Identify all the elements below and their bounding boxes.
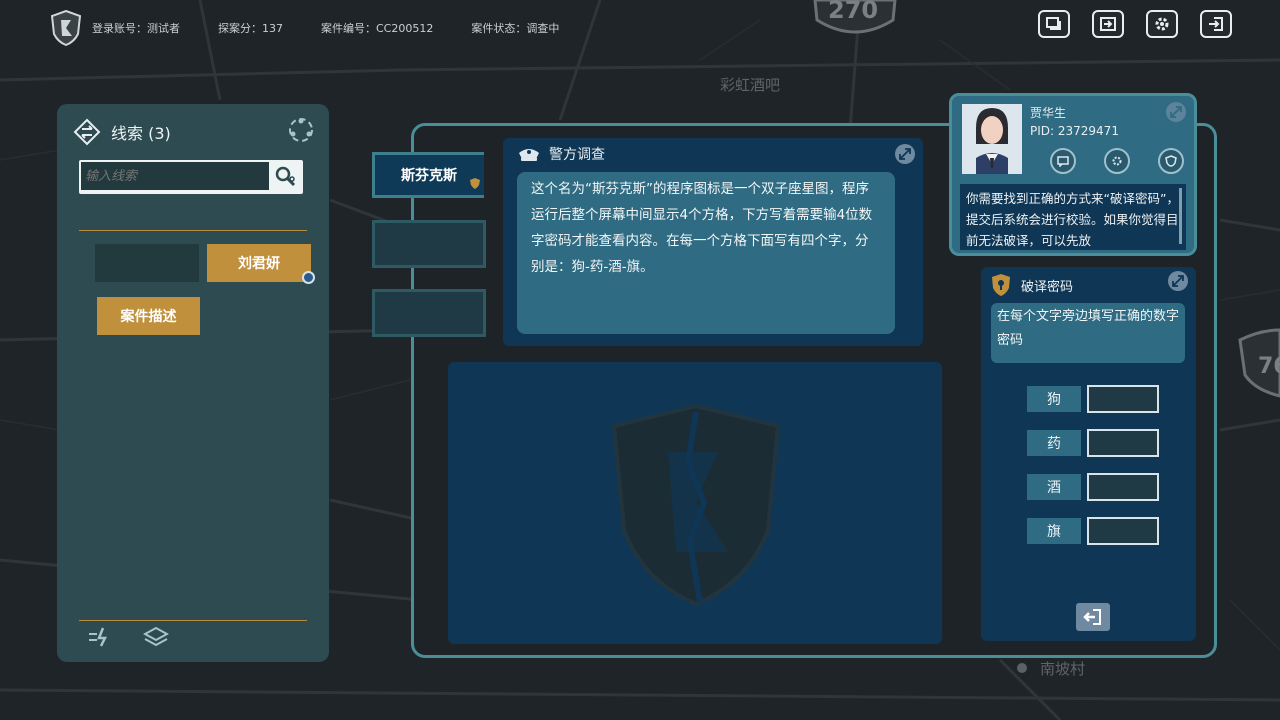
expand-icon xyxy=(1172,275,1184,287)
shield-watermark-icon xyxy=(611,403,781,607)
officer-portrait-icon xyxy=(962,104,1022,174)
tab-sphinx[interactable]: 斯芬克斯 xyxy=(372,152,484,198)
case-number-label: 案件编号：CC200512 xyxy=(321,22,434,35)
code-row-flag: 旗 xyxy=(1027,517,1159,545)
chat-button[interactable] xyxy=(1050,148,1076,174)
code-row-wine: 酒 xyxy=(1027,473,1159,501)
clue-search-button[interactable] xyxy=(271,162,301,192)
code-row-medicine: 药 xyxy=(1027,429,1159,457)
route-badge-270: 270 xyxy=(828,0,879,24)
gear-icon xyxy=(1112,156,1122,166)
clue-panel: 线索 (3) 刘君妍 案件描述 xyxy=(57,104,329,662)
settings-gear-button[interactable] xyxy=(1104,148,1130,174)
clue-search-input[interactable] xyxy=(81,162,269,190)
code-row-dog: 狗 xyxy=(1027,385,1159,413)
police-card-header: 警方调查 xyxy=(517,144,605,164)
layers-icon[interactable] xyxy=(143,626,169,650)
shield-button[interactable] xyxy=(1158,148,1184,174)
chat-icon xyxy=(1057,156,1069,167)
decode-header: 破译密码 xyxy=(991,273,1073,297)
score-label: 探案分：137 xyxy=(218,22,283,35)
code-input-dog[interactable] xyxy=(1087,385,1159,413)
character-actions xyxy=(1050,148,1184,174)
clue-divider-top xyxy=(79,230,307,231)
decode-panel: 破译密码 在每个文字旁边填写正确的数字密码 狗 药 酒 旗 xyxy=(981,267,1196,641)
clue-title: 线索 (3) xyxy=(111,124,171,143)
decode-expand-button[interactable] xyxy=(1168,271,1188,291)
tab-sphinx-label: 斯芬克斯 xyxy=(401,168,457,184)
settings-button[interactable] xyxy=(1146,10,1178,38)
character-card: 贾华生 PID: 23729471 你需要找到正确的方式来“破译密码”，提交后系… xyxy=(949,93,1197,256)
window-icon xyxy=(1046,17,1061,30)
police-cap-icon xyxy=(519,149,539,161)
top-status-bar: 登录账号：测试者 探案分：137 案件编号：CC200512 案件状态：调查中 xyxy=(50,8,597,48)
clue-search-box xyxy=(79,160,303,194)
code-label-flag: 旗 xyxy=(1027,518,1081,544)
logout-icon xyxy=(1209,17,1223,31)
route-badge-76: 76 xyxy=(1258,354,1280,379)
evidence-viewer xyxy=(448,362,942,644)
clue-tag-person[interactable]: 刘君妍 xyxy=(207,244,315,284)
police-card-expand-button[interactable] xyxy=(895,144,915,164)
code-input-medicine[interactable] xyxy=(1087,429,1159,457)
gear-icon xyxy=(1155,17,1169,31)
search-icon xyxy=(275,166,296,187)
character-message: 你需要找到正确的方式来“破译密码”，提交后系统会进行校验。如果你觉得目前无法破译… xyxy=(960,184,1186,250)
character-card-expand-button[interactable] xyxy=(1166,102,1186,122)
code-input-wine[interactable] xyxy=(1087,473,1159,501)
window-mode-button[interactable] xyxy=(1038,10,1070,38)
map-poi-village: 南坡村 xyxy=(1040,660,1086,678)
clue-tag-case-description-label: 案件描述 xyxy=(120,309,177,325)
clue-panel-footer xyxy=(87,626,169,650)
decode-exit-button[interactable] xyxy=(1076,603,1110,631)
code-label-dog: 狗 xyxy=(1027,386,1081,412)
tab-empty-2[interactable] xyxy=(372,289,486,337)
character-name: 贾华生 xyxy=(1030,106,1067,120)
clue-slot-empty[interactable] xyxy=(95,244,199,282)
clue-divider-bottom xyxy=(79,620,307,621)
clue-header: 线索 (3) xyxy=(73,118,171,146)
police-badge-logo-icon xyxy=(50,10,82,46)
code-label-wine: 酒 xyxy=(1027,474,1081,500)
tab-empty-1[interactable] xyxy=(372,220,486,268)
police-card-title: 警方调查 xyxy=(549,147,605,163)
new-indicator-icon xyxy=(302,271,315,284)
expand-icon xyxy=(899,148,911,160)
case-status-label: 案件状态：调查中 xyxy=(471,22,560,35)
code-input-flag[interactable] xyxy=(1087,517,1159,545)
export-icon xyxy=(1100,17,1116,31)
map-poi-bar: 彩虹酒吧 xyxy=(720,76,781,94)
shield-icon xyxy=(1165,155,1177,167)
clue-tag-case-description[interactable]: 案件描述 xyxy=(97,297,200,335)
shield-small-icon xyxy=(470,178,480,189)
decode-hint: 在每个文字旁边填写正确的数字密码 xyxy=(991,303,1185,363)
radar-icon[interactable] xyxy=(287,116,315,144)
account-label: 登录账号：测试者 xyxy=(92,22,180,35)
logout-button[interactable] xyxy=(1200,10,1232,38)
police-investigation-text: 这个名为“斯芬克斯”的程序图标是一个双子座星图，程序运行后整个屏幕中间显示4个方… xyxy=(517,172,895,334)
exit-arrow-icon xyxy=(1083,609,1101,625)
clue-tag-person-label: 刘君妍 xyxy=(238,256,280,272)
avatar xyxy=(962,104,1022,174)
character-pid: PID: 23729471 xyxy=(1030,124,1119,138)
decode-title: 破译密码 xyxy=(1021,279,1074,295)
export-button[interactable] xyxy=(1092,10,1124,38)
clue-diamond-icon xyxy=(73,118,101,146)
code-label-medicine: 药 xyxy=(1027,430,1081,456)
character-message-scrollbar[interactable] xyxy=(1179,188,1182,244)
quick-link-icon[interactable] xyxy=(87,626,113,648)
expand-icon xyxy=(1170,106,1182,118)
top-toolbar xyxy=(1038,10,1232,38)
lock-shield-icon xyxy=(992,274,1010,296)
police-investigation-card: 警方调查 这个名为“斯芬克斯”的程序图标是一个双子座星图，程序运行后整个屏幕中间… xyxy=(503,138,923,346)
